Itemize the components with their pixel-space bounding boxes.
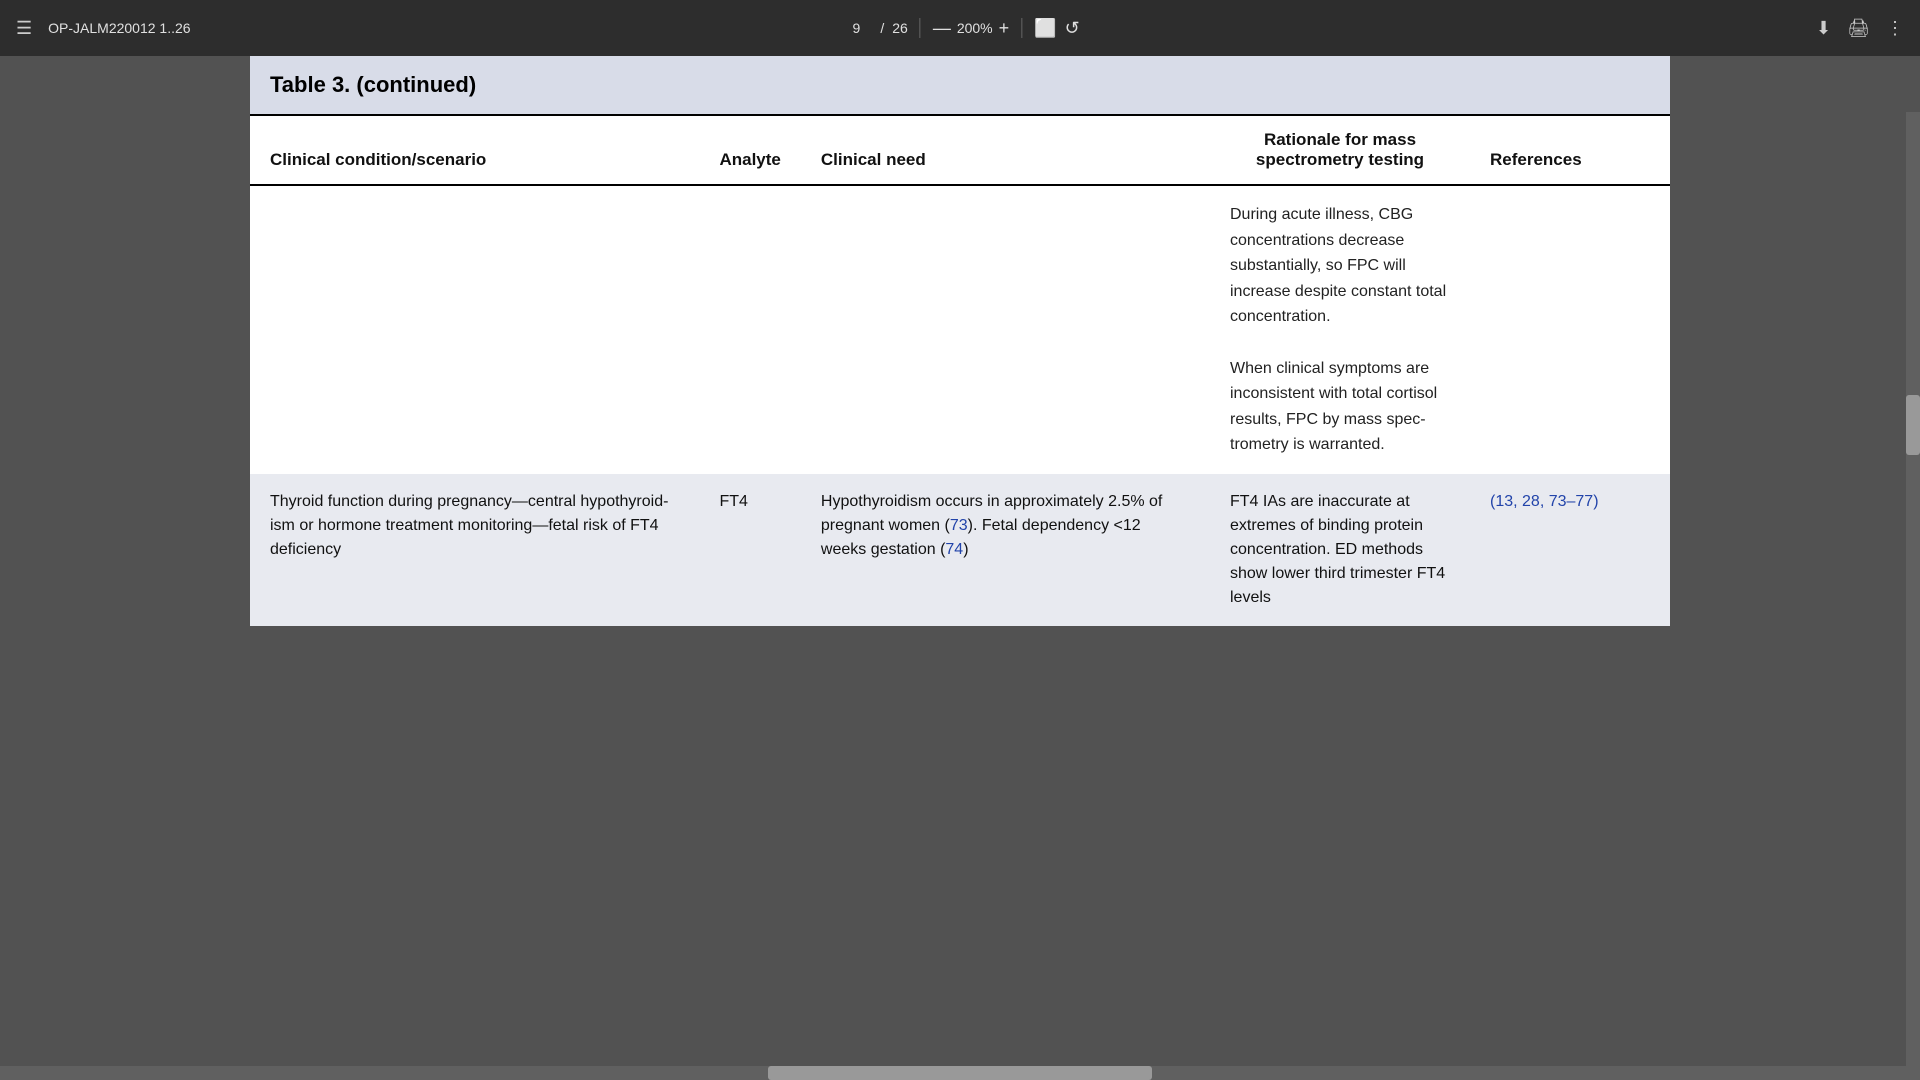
filename-label: OP-JALM220012 1..26 bbox=[48, 20, 190, 36]
zoom-increase-button[interactable]: + bbox=[999, 18, 1010, 39]
table-title-row: Table 3. (continued) bbox=[250, 56, 1670, 116]
toolbar-divider bbox=[920, 18, 921, 38]
table-title: Table 3. (continued) bbox=[270, 72, 476, 97]
page-number-input[interactable] bbox=[840, 20, 872, 36]
table-row: Thyroid function during preg­nancy—centr… bbox=[250, 474, 1670, 626]
zoom-level-label: 200% bbox=[957, 20, 993, 36]
cell-analyte-1 bbox=[699, 185, 800, 474]
bottom-scrollbar[interactable] bbox=[0, 1066, 1920, 1080]
cell-references-1 bbox=[1470, 185, 1670, 474]
cell-references-2: (13, 28, 73–77) bbox=[1470, 474, 1670, 626]
zoom-controls: — 200% + bbox=[933, 18, 1009, 39]
col-header-references: References bbox=[1470, 116, 1670, 185]
cell-analyte-2: FT4 bbox=[699, 474, 800, 626]
table-row: During acute illness, CBG concentra­tion… bbox=[250, 185, 1670, 474]
download-icon[interactable]: ⬇ bbox=[1816, 18, 1831, 39]
more-options-icon[interactable]: ⋮ bbox=[1886, 18, 1904, 39]
menu-icon[interactable]: ☰ bbox=[16, 18, 32, 39]
page-separator: / bbox=[880, 20, 884, 36]
pdf-page: Table 3. (continued) Clinical condition/… bbox=[250, 56, 1670, 626]
cell-clinical-need-2: Hypothyroidism occurs in approximately 2… bbox=[801, 474, 1210, 626]
bottom-scrollbar-thumb[interactable] bbox=[768, 1066, 1152, 1080]
toolbar-right-actions: ⬇ 🖨 ⋮ bbox=[1816, 18, 1904, 39]
cell-condition-2: Thyroid function during preg­nancy—centr… bbox=[250, 474, 699, 626]
right-scrollbar[interactable] bbox=[1906, 112, 1920, 1080]
col-header-condition: Clinical condition/scenario bbox=[250, 116, 699, 185]
pagination-controls: / 26 — 200% + ⬜ ↺ bbox=[840, 18, 1079, 39]
toolbar: ☰ OP-JALM220012 1..26 / 26 — 200% + ⬜ ↺ … bbox=[0, 0, 1920, 56]
column-header-row: Clinical condition/scenario Analyte Clin… bbox=[250, 116, 1670, 185]
content-area: Table 3. (continued) Clinical condition/… bbox=[0, 56, 1920, 1080]
rotate-icon[interactable]: ↺ bbox=[1065, 18, 1080, 39]
print-icon[interactable]: 🖨 bbox=[1847, 18, 1870, 39]
cell-rationale-2: FT4 IAs are inaccurate at extremes of bi… bbox=[1210, 474, 1470, 626]
cell-condition-1 bbox=[250, 185, 699, 474]
main-table: Clinical condition/scenario Analyte Clin… bbox=[250, 116, 1670, 626]
col-header-clinical-need: Clinical need bbox=[801, 116, 1210, 185]
toolbar-divider-2 bbox=[1021, 18, 1022, 38]
cell-clinical-need-1 bbox=[801, 185, 1210, 474]
fit-page-icon[interactable]: ⬜ bbox=[1034, 18, 1056, 39]
zoom-decrease-button[interactable]: — bbox=[933, 18, 951, 39]
col-header-rationale: Rationale for mass spectrometry testing bbox=[1210, 116, 1470, 185]
cell-rationale-1: During acute illness, CBG concentra­tion… bbox=[1210, 185, 1470, 474]
right-scrollbar-thumb[interactable] bbox=[1906, 395, 1920, 455]
page-total: 26 bbox=[892, 20, 908, 36]
col-header-analyte: Analyte bbox=[699, 116, 800, 185]
